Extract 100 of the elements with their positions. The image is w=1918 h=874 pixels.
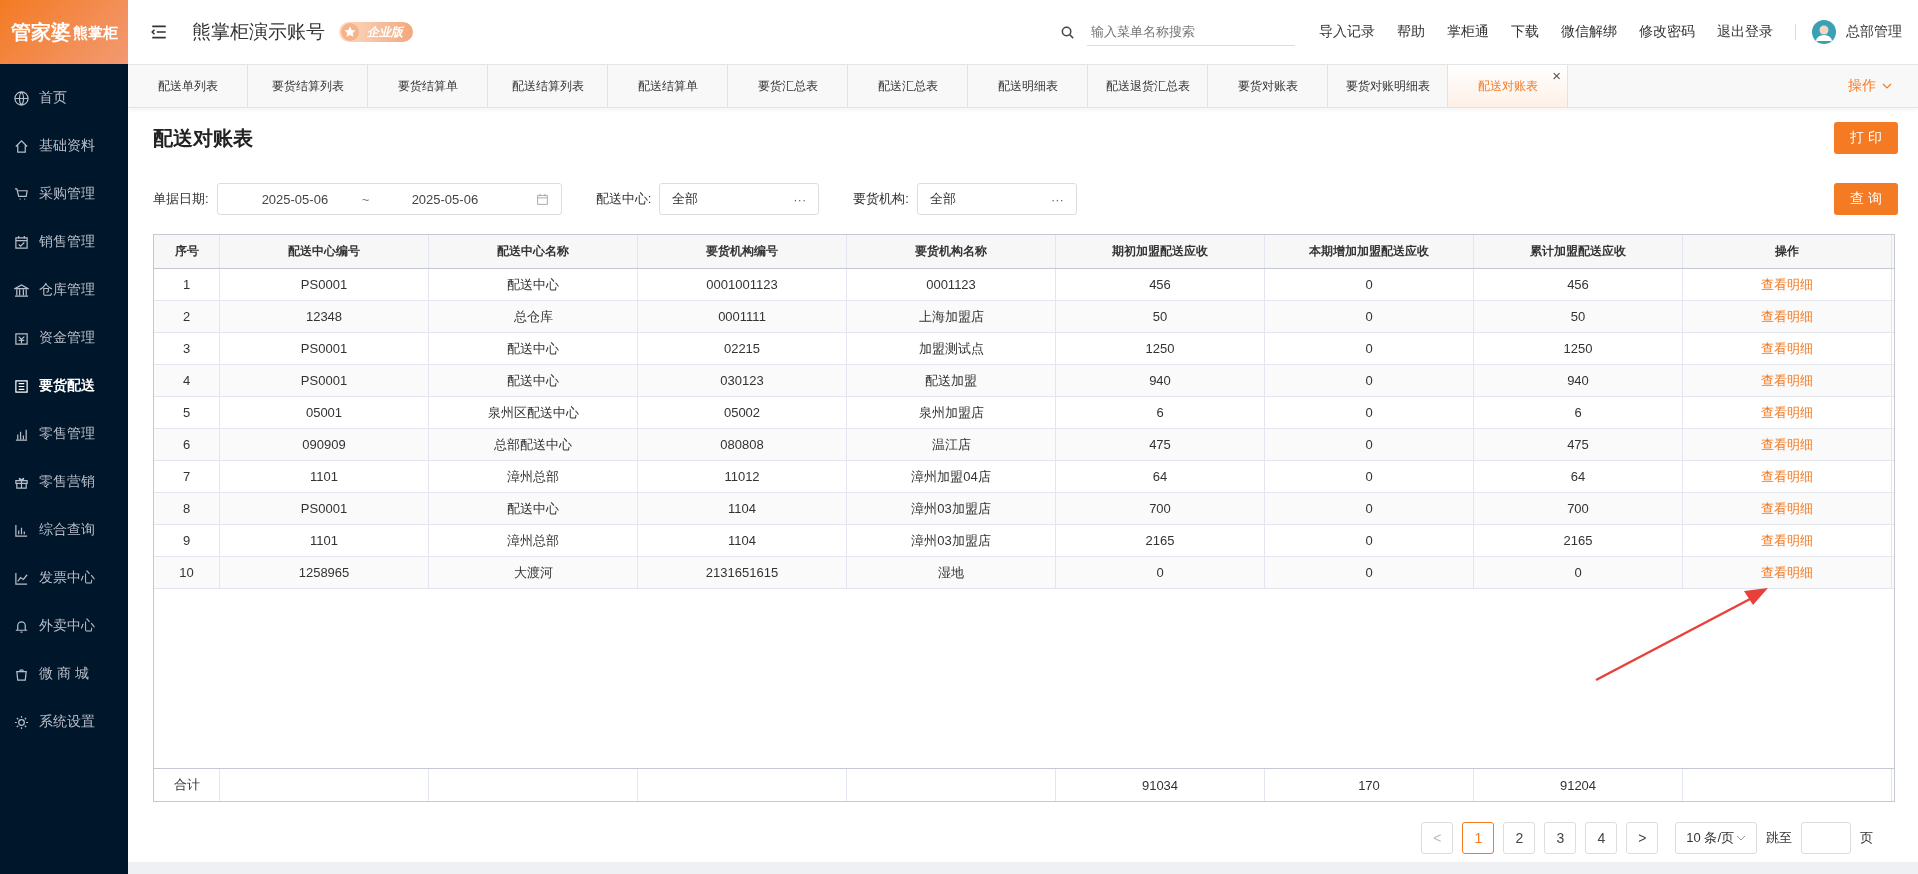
sidebar-item[interactable]: 基础资料 <box>39 137 95 155</box>
table-cell: 0 <box>1265 333 1474 364</box>
sidebar-item[interactable]: 系统设置 <box>39 713 95 731</box>
date-range-field[interactable]: 2025-05-06 ~ 2025-05-06 <box>216 183 562 215</box>
page-tab[interactable]: 配送单列表 <box>128 65 248 107</box>
header-link[interactable]: 退出登录 <box>1717 23 1773 41</box>
table-cell: 10 <box>154 557 220 588</box>
bank-icon <box>14 282 29 298</box>
header-link[interactable]: 修改密码 <box>1639 23 1695 41</box>
page-tab[interactable]: 配送汇总表 <box>848 65 968 107</box>
table-cell: 0 <box>1265 365 1474 396</box>
table-cell: 大渡河 <box>429 557 638 588</box>
page-tab[interactable]: 配送结算单 <box>608 65 728 107</box>
table-cell: 080808 <box>638 429 847 460</box>
header-link[interactable]: 微信解绑 <box>1561 23 1617 41</box>
header-link[interactable]: 下载 <box>1511 23 1539 41</box>
table-cell: PS0001 <box>220 365 429 396</box>
total-cell: 170 <box>1265 769 1474 801</box>
table-cell: 64 <box>1056 461 1265 492</box>
page-tab[interactable]: 配送对账表 × <box>1448 65 1568 107</box>
table-cell: 475 <box>1474 429 1683 460</box>
page-tab[interactable]: 配送明细表 <box>968 65 1088 107</box>
page-button[interactable]: 2 <box>1503 822 1536 854</box>
user-name[interactable]: 总部管理 <box>1846 23 1902 41</box>
sidebar-item[interactable]: 首页 <box>39 89 67 107</box>
table-cell: 6 <box>154 429 220 460</box>
table-cell: 700 <box>1474 493 1683 524</box>
gear-icon <box>14 714 29 730</box>
logo-brand: 管家婆 <box>10 19 71 45</box>
sidebar-item[interactable]: 零售管理 <box>39 425 95 443</box>
page-tab[interactable]: 配送结算列表 <box>488 65 608 107</box>
table-cell: 940 <box>1474 365 1683 396</box>
table-cell: 2165 <box>1056 525 1265 556</box>
table-cell: 50 <box>1474 301 1683 332</box>
column-header: 要货机构编号 <box>638 235 847 268</box>
bag-icon <box>14 666 29 682</box>
table-cell: 6 <box>1056 397 1265 428</box>
page-button[interactable]: 4 <box>1585 822 1618 854</box>
select-field[interactable]: 全部 ··· <box>659 183 820 215</box>
table-cell: 漳州总部 <box>429 461 638 492</box>
sidebar-item[interactable]: 仓库管理 <box>39 281 95 299</box>
bell-icon <box>14 618 29 634</box>
page-tab[interactable]: 要货结算列表 <box>248 65 368 107</box>
page-size-select[interactable]: 10 条/页 <box>1675 822 1757 854</box>
close-icon[interactable]: × <box>1552 67 1561 84</box>
select-field[interactable]: 全部 ··· <box>916 183 1077 215</box>
header-link[interactable]: 掌柜通 <box>1447 23 1489 41</box>
sidebar-item[interactable]: 资金管理 <box>39 329 95 347</box>
header-link[interactable]: 导入记录 <box>1319 23 1375 41</box>
filter-label: 配送中心: <box>595 190 652 208</box>
table-cell: 11012 <box>638 461 847 492</box>
total-label: 合计 <box>154 769 220 801</box>
column-header: 配送中心名称 <box>429 235 638 268</box>
avatar-icon[interactable] <box>1812 20 1836 44</box>
sidebar-item[interactable]: 外卖中心 <box>39 617 95 635</box>
column-header: 配送中心编号 <box>220 235 429 268</box>
header-link[interactable]: 帮助 <box>1397 23 1425 41</box>
search-icon[interactable] <box>1060 24 1075 40</box>
calendar-icon <box>535 192 549 206</box>
table-cell: 05001 <box>220 397 429 428</box>
table-cell: 漳州加盟04店 <box>847 461 1056 492</box>
sidebar-item[interactable]: 综合查询 <box>39 521 95 539</box>
sidebar-item[interactable]: 发票中心 <box>39 569 95 587</box>
yen-box-icon <box>14 330 29 346</box>
page-tab[interactable]: 要货结算单 <box>368 65 488 107</box>
sidebar-item[interactable]: 零售营销 <box>39 473 95 491</box>
table-cell: 上海加盟店 <box>847 301 1056 332</box>
sidebar-item[interactable]: 要货配送 <box>39 377 95 395</box>
page-jump-field[interactable] <box>1801 822 1851 854</box>
table-cell: 0 <box>1474 557 1683 588</box>
table-cell: 02215 <box>638 333 847 364</box>
table-cell: 456 <box>1474 269 1683 300</box>
table-cell: 456 <box>1056 269 1265 300</box>
table-cell: 1101 <box>220 525 429 556</box>
table-cell: 0 <box>1265 429 1474 460</box>
next-page-button[interactable]: > <box>1626 822 1659 854</box>
page-tab[interactable]: 配送退货汇总表 <box>1088 65 1208 107</box>
table-cell: 475 <box>1056 429 1265 460</box>
table-cell: 0001123 <box>847 269 1056 300</box>
page-tab[interactable]: 要货汇总表 <box>728 65 848 107</box>
sidebar-item[interactable]: 微 商 城 <box>39 665 89 683</box>
table-cell: 总仓库 <box>429 301 638 332</box>
table-cell: 090909 <box>220 429 429 460</box>
page-button[interactable]: 3 <box>1544 822 1577 854</box>
table-cell: 12348 <box>220 301 429 332</box>
table-cell: 64 <box>1474 461 1683 492</box>
column-header: 期初加盟配送应收 <box>1056 235 1265 268</box>
table-cell: 0 <box>1265 557 1474 588</box>
table-cell: 700 <box>1056 493 1265 524</box>
menu-icon[interactable] <box>150 23 168 41</box>
filter-label: 单据日期: <box>153 190 209 208</box>
page-tab[interactable]: 要货对账表 <box>1208 65 1328 107</box>
table-cell: 0 <box>1056 557 1265 588</box>
table-cell: 0001111 <box>638 301 847 332</box>
sidebar-item[interactable]: 采购管理 <box>39 185 95 203</box>
sidebar-item[interactable]: 销售管理 <box>39 233 95 251</box>
account-name: 熊掌柜演示账号 <box>192 20 325 44</box>
table-cell: 05002 <box>638 397 847 428</box>
page-unit-label: 页 <box>1860 829 1873 847</box>
column-chart-icon <box>14 522 29 538</box>
